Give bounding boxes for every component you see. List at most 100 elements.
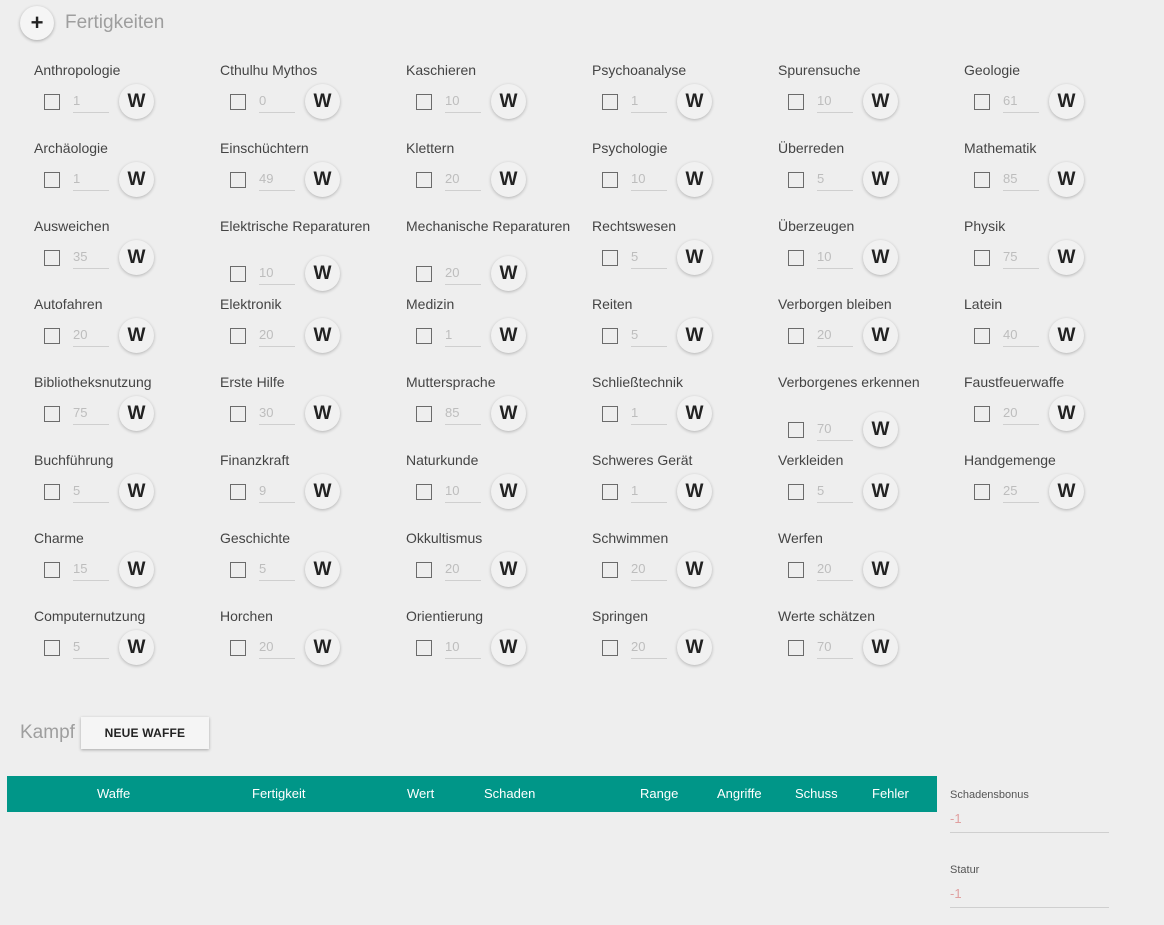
roll-dice-button[interactable]: W bbox=[863, 318, 898, 353]
roll-dice-button[interactable]: W bbox=[491, 396, 526, 431]
skill-value-input[interactable] bbox=[817, 90, 853, 113]
column-header-range[interactable]: Range bbox=[640, 786, 678, 801]
skill-checkbox[interactable] bbox=[230, 265, 246, 282]
skill-checkbox[interactable] bbox=[416, 327, 432, 344]
roll-dice-button[interactable]: W bbox=[119, 318, 154, 353]
skill-value-input[interactable] bbox=[631, 636, 667, 659]
skill-value-input[interactable] bbox=[817, 324, 853, 347]
roll-dice-button[interactable]: W bbox=[863, 84, 898, 119]
skill-checkbox[interactable] bbox=[974, 93, 990, 110]
roll-dice-button[interactable]: W bbox=[863, 552, 898, 587]
skill-checkbox[interactable] bbox=[230, 561, 246, 578]
roll-dice-button[interactable]: W bbox=[677, 474, 712, 509]
roll-dice-button[interactable]: W bbox=[119, 240, 154, 275]
roll-dice-button[interactable]: W bbox=[677, 84, 712, 119]
roll-dice-button[interactable]: W bbox=[305, 318, 340, 353]
skill-value-input[interactable] bbox=[445, 324, 481, 347]
skill-checkbox[interactable] bbox=[788, 421, 804, 438]
roll-dice-button[interactable]: W bbox=[305, 474, 340, 509]
skill-value-input[interactable] bbox=[445, 402, 481, 425]
skill-value-input[interactable] bbox=[631, 246, 667, 269]
skill-value-input[interactable] bbox=[817, 558, 853, 581]
skill-checkbox[interactable] bbox=[230, 171, 246, 188]
skill-checkbox[interactable] bbox=[974, 171, 990, 188]
skill-value-input[interactable] bbox=[445, 480, 481, 503]
skill-value-input[interactable] bbox=[259, 324, 295, 347]
roll-dice-button[interactable]: W bbox=[491, 552, 526, 587]
roll-dice-button[interactable]: W bbox=[305, 162, 340, 197]
roll-dice-button[interactable]: W bbox=[119, 552, 154, 587]
skill-checkbox[interactable] bbox=[416, 93, 432, 110]
add-skill-button[interactable]: + bbox=[20, 6, 54, 40]
skill-value-input[interactable] bbox=[73, 168, 109, 191]
skill-value-input[interactable] bbox=[259, 168, 295, 191]
skill-value-input[interactable] bbox=[1003, 246, 1039, 269]
roll-dice-button[interactable]: W bbox=[119, 396, 154, 431]
build-value[interactable]: -1 bbox=[950, 886, 1109, 908]
roll-dice-button[interactable]: W bbox=[491, 84, 526, 119]
skill-value-input[interactable] bbox=[817, 418, 853, 441]
skill-value-input[interactable] bbox=[1003, 480, 1039, 503]
skill-value-input[interactable] bbox=[817, 480, 853, 503]
skill-checkbox[interactable] bbox=[974, 327, 990, 344]
skill-value-input[interactable] bbox=[445, 90, 481, 113]
skill-checkbox[interactable] bbox=[44, 93, 60, 110]
skill-checkbox[interactable] bbox=[230, 327, 246, 344]
skill-value-input[interactable] bbox=[259, 558, 295, 581]
roll-dice-button[interactable]: W bbox=[491, 630, 526, 665]
skill-value-input[interactable] bbox=[259, 90, 295, 113]
skill-value-input[interactable] bbox=[817, 636, 853, 659]
skill-checkbox[interactable] bbox=[44, 561, 60, 578]
roll-dice-button[interactable]: W bbox=[677, 162, 712, 197]
roll-dice-button[interactable]: W bbox=[677, 552, 712, 587]
skill-value-input[interactable] bbox=[817, 168, 853, 191]
roll-dice-button[interactable]: W bbox=[677, 318, 712, 353]
skill-checkbox[interactable] bbox=[44, 639, 60, 656]
skill-checkbox[interactable] bbox=[602, 249, 618, 266]
skill-value-input[interactable] bbox=[1003, 168, 1039, 191]
skill-checkbox[interactable] bbox=[416, 561, 432, 578]
roll-dice-button[interactable]: W bbox=[491, 162, 526, 197]
skill-checkbox[interactable] bbox=[44, 483, 60, 500]
column-header-damage[interactable]: Schaden bbox=[484, 786, 535, 801]
roll-dice-button[interactable]: W bbox=[491, 474, 526, 509]
skill-checkbox[interactable] bbox=[974, 405, 990, 422]
skill-checkbox[interactable] bbox=[602, 483, 618, 500]
roll-dice-button[interactable]: W bbox=[863, 162, 898, 197]
skill-checkbox[interactable] bbox=[416, 171, 432, 188]
skill-value-input[interactable] bbox=[445, 558, 481, 581]
skill-value-input[interactable] bbox=[1003, 402, 1039, 425]
column-header-value[interactable]: Wert bbox=[407, 786, 434, 801]
roll-dice-button[interactable]: W bbox=[677, 396, 712, 431]
skill-checkbox[interactable] bbox=[44, 171, 60, 188]
damage-bonus-value[interactable]: -1 bbox=[950, 811, 1109, 833]
skill-value-input[interactable] bbox=[445, 636, 481, 659]
roll-dice-button[interactable]: W bbox=[677, 240, 712, 275]
skill-value-input[interactable] bbox=[259, 402, 295, 425]
skill-value-input[interactable] bbox=[259, 480, 295, 503]
roll-dice-button[interactable]: W bbox=[305, 84, 340, 119]
skill-checkbox[interactable] bbox=[788, 171, 804, 188]
skill-value-input[interactable] bbox=[631, 402, 667, 425]
skill-value-input[interactable] bbox=[445, 168, 481, 191]
skill-value-input[interactable] bbox=[631, 558, 667, 581]
roll-dice-button[interactable]: W bbox=[119, 630, 154, 665]
skill-checkbox[interactable] bbox=[44, 405, 60, 422]
roll-dice-button[interactable]: W bbox=[491, 256, 526, 291]
roll-dice-button[interactable]: W bbox=[305, 552, 340, 587]
skill-checkbox[interactable] bbox=[44, 327, 60, 344]
roll-dice-button[interactable]: W bbox=[119, 162, 154, 197]
roll-dice-button[interactable]: W bbox=[119, 474, 154, 509]
roll-dice-button[interactable]: W bbox=[1049, 474, 1084, 509]
roll-dice-button[interactable]: W bbox=[1049, 240, 1084, 275]
roll-dice-button[interactable]: W bbox=[863, 240, 898, 275]
roll-dice-button[interactable]: W bbox=[863, 412, 898, 447]
skill-checkbox[interactable] bbox=[788, 483, 804, 500]
skill-value-input[interactable] bbox=[73, 246, 109, 269]
skill-value-input[interactable] bbox=[73, 558, 109, 581]
new-weapon-button[interactable]: NEUE WAFFE bbox=[80, 717, 209, 749]
roll-dice-button[interactable]: W bbox=[305, 396, 340, 431]
skill-checkbox[interactable] bbox=[788, 327, 804, 344]
skill-checkbox[interactable] bbox=[788, 639, 804, 656]
skill-checkbox[interactable] bbox=[416, 405, 432, 422]
